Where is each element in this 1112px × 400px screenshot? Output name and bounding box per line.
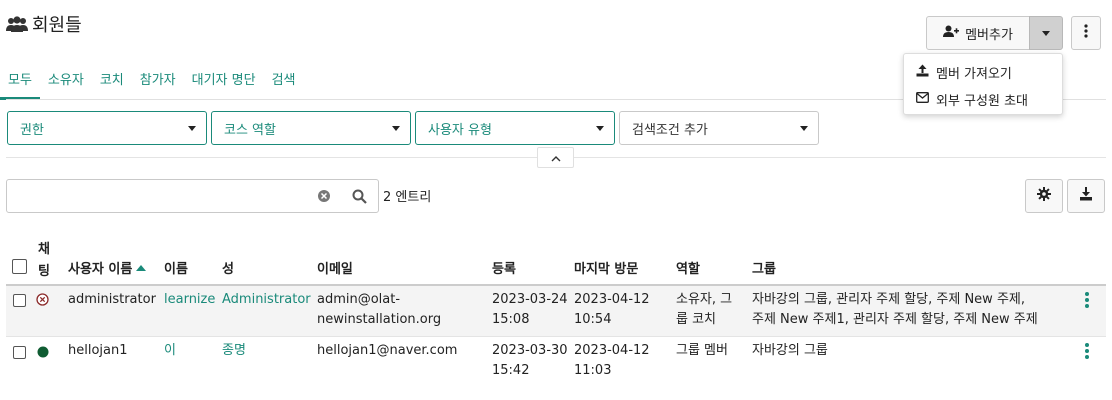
cell-username: hellojan1: [68, 343, 128, 358]
menu-item-invite-external[interactable]: 외부 구성원 초대: [904, 86, 1062, 113]
cell-email: hellojan1@naver.com: [317, 343, 458, 358]
select-all-checkbox[interactable]: [12, 259, 27, 274]
search-icon[interactable]: [352, 189, 367, 208]
cell-registered: 2023-03-24 15:08: [492, 290, 568, 330]
column-header-last-name[interactable]: 성: [222, 258, 234, 277]
envelope-icon: [916, 92, 929, 107]
cell-last-visit: 2023-04-12 10:54: [574, 290, 650, 330]
cell-last-name-link[interactable]: Administrator: [222, 290, 311, 310]
upload-icon: [916, 64, 929, 81]
permission-filter-label: 권한: [20, 122, 44, 138]
menu-item-import-members[interactable]: 멤버 가져오기: [904, 59, 1062, 86]
user-type-filter-label: 사용자 유형: [428, 122, 492, 138]
search-input[interactable]: [6, 179, 379, 213]
entry-count: 2 엔트리: [383, 190, 432, 205]
clear-search-icon[interactable]: [317, 189, 331, 207]
caret-down-icon: [392, 125, 400, 131]
tab-search[interactable]: 검색: [264, 66, 304, 100]
status-active-icon: [37, 346, 49, 362]
visit-date: 2023-04-12: [574, 343, 650, 358]
collapse-filters-button[interactable]: [537, 147, 574, 168]
page-title-text: 회원들: [32, 15, 82, 36]
vertical-ellipsis-icon: [1084, 24, 1088, 42]
row-actions-icon[interactable]: [1085, 292, 1089, 310]
chat-header-line2: 팅: [38, 264, 50, 279]
cell-last-visit: 2023-04-12 11:03: [574, 341, 650, 381]
column-header-group: 그룹: [752, 262, 776, 277]
tab-waiting-list[interactable]: 대기자 명단: [184, 66, 264, 100]
add-member-dropdown-toggle[interactable]: [1029, 16, 1063, 50]
tab-all[interactable]: 모두: [0, 66, 40, 100]
users-icon: [6, 15, 28, 33]
sort-ascending-icon: [136, 260, 147, 275]
menu-item-label: 멤버 가져오기: [936, 67, 1012, 82]
download-icon: [1079, 187, 1093, 205]
cell-last-name-link[interactable]: 종명: [222, 341, 246, 361]
tab-coaches[interactable]: 코치: [92, 66, 132, 100]
cell-group: 자바강의 그룹: [752, 343, 828, 358]
status-pending-icon: [36, 293, 49, 310]
column-header-registered[interactable]: 등록: [492, 258, 516, 277]
cell-group: 자바강의 그룹, 관리자 주제 할당, 주제 New 주제, 주제 New 주제…: [752, 290, 1038, 330]
add-criteria-label: 검색조건 추가: [632, 122, 708, 138]
more-options-button[interactable]: [1071, 16, 1101, 50]
tab-participants[interactable]: 참가자: [132, 66, 184, 100]
caret-down-icon: [1042, 30, 1050, 36]
row-divider: [6, 336, 1106, 337]
gear-icon: [1037, 187, 1051, 205]
email-line1: admin@olat-: [317, 292, 401, 307]
registered-date: 2023-03-24: [492, 292, 568, 307]
cell-email: admin@olat- newinstallation.org: [317, 290, 441, 330]
chat-header-line1: 채: [38, 242, 50, 257]
column-header-first-name[interactable]: 이름: [164, 258, 188, 277]
page-title: 회원들: [6, 11, 82, 37]
cell-role: 소유자, 그 룹 코치: [676, 290, 732, 330]
download-button[interactable]: [1067, 179, 1105, 213]
add-member-label: 멤버추가: [965, 27, 1013, 43]
add-criteria-filter[interactable]: 검색조건 추가: [619, 111, 819, 145]
username-header-label: 사용자 이름: [68, 262, 133, 277]
visit-time: 10:54: [574, 312, 612, 327]
email-line2: newinstallation.org: [317, 312, 442, 327]
registered-time: 15:08: [492, 312, 530, 327]
group-line2: 주제 New 주제1, 관리자 주제 할당, 주제 New 주제: [752, 312, 1038, 327]
caret-down-icon: [188, 125, 196, 131]
visit-time: 11:03: [574, 363, 612, 378]
member-tabs: 모두 소유자 코치 참가자 대기자 명단 검색: [0, 66, 303, 100]
cell-role: 그룹 멤버: [676, 343, 728, 358]
row-checkbox[interactable]: [13, 346, 26, 359]
menu-item-label: 외부 구성원 초대: [936, 94, 1028, 109]
user-type-filter[interactable]: 사용자 유형: [415, 111, 615, 145]
column-header-username[interactable]: 사용자 이름: [68, 258, 147, 277]
role-line1: 소유자, 그: [676, 292, 733, 307]
caret-down-icon: [596, 125, 604, 131]
course-role-filter-label: 코스 역할: [224, 122, 276, 138]
caret-down-icon: [800, 125, 808, 131]
cell-first-name-link[interactable]: 이: [164, 341, 176, 361]
cell-first-name-link[interactable]: learnize: [164, 290, 215, 310]
column-header-last-visit[interactable]: 마지막 방문: [574, 258, 638, 277]
row-checkbox[interactable]: [13, 294, 26, 307]
column-header-email[interactable]: 이메일: [317, 258, 353, 277]
row-actions-icon[interactable]: [1085, 343, 1089, 361]
add-member-button[interactable]: 멤버추가: [926, 16, 1030, 50]
add-member-dropdown-menu: 멤버 가져오기 외부 구성원 초대: [903, 53, 1063, 115]
cell-registered: 2023-03-30 15:42: [492, 341, 568, 381]
course-role-filter[interactable]: 코스 역할: [211, 111, 411, 145]
column-header-role: 역할: [676, 262, 700, 277]
chevron-up-icon: [551, 150, 561, 166]
visit-date: 2023-04-12: [574, 292, 650, 307]
group-line1: 자바강의 그룹, 관리자 주제 할당, 주제 New 주제,: [752, 292, 1025, 307]
cell-username: administrator: [68, 292, 156, 307]
registered-time: 15:42: [492, 363, 530, 378]
table-settings-button[interactable]: [1025, 179, 1063, 213]
permission-filter[interactable]: 권한: [7, 111, 207, 145]
registered-date: 2023-03-30: [492, 343, 568, 358]
column-header-chat[interactable]: 채 팅: [38, 238, 50, 279]
user-plus-icon: [943, 25, 960, 42]
role-line2: 룹 코치: [676, 312, 717, 327]
tab-owners[interactable]: 소유자: [40, 66, 92, 100]
